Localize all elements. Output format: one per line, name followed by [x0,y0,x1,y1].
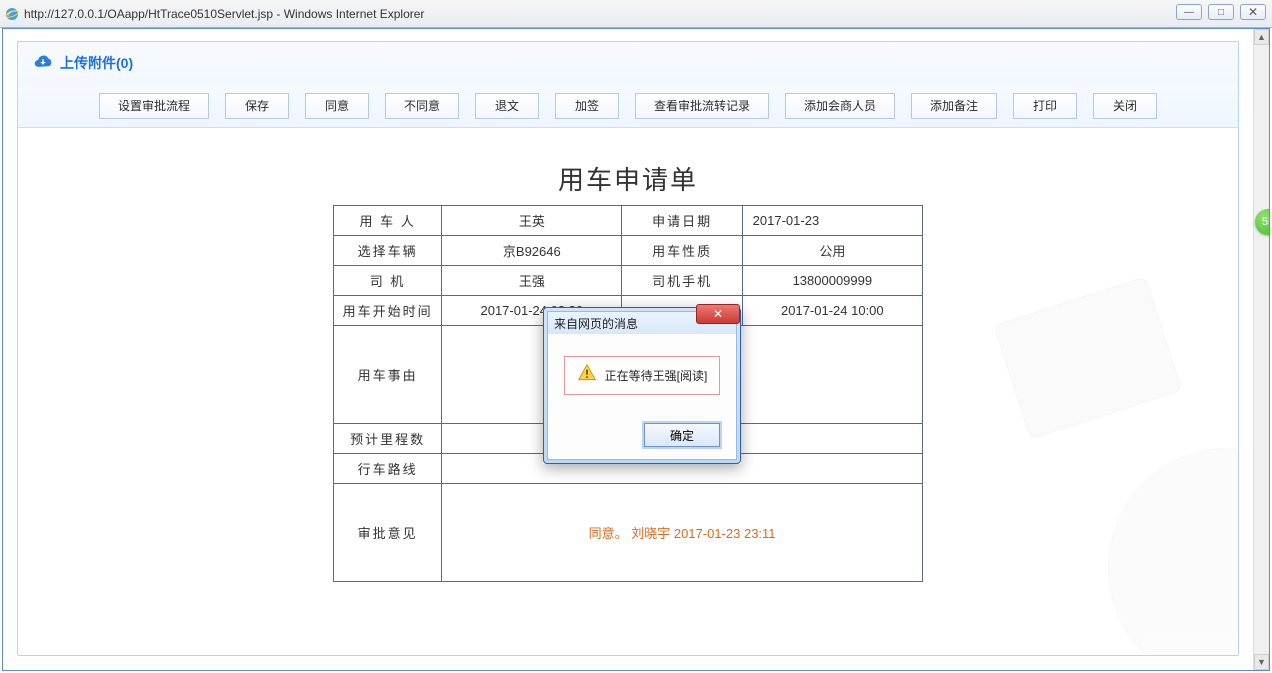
label-applicant: 用 车 人 [334,206,442,236]
window-controls: — □ ✕ [1176,4,1266,20]
toolbar: 设置审批流程 保存 同意 不同意 退文 加签 查看审批流转记录 添加会商人员 添… [18,84,1238,128]
dialog-message: 正在等待王强[阅读] [605,367,708,384]
warning-icon [577,363,597,388]
value-applicant: 王英 [442,206,622,236]
agree-button[interactable]: 同意 [305,93,369,119]
value-driver-phone: 13800009999 [742,266,922,296]
dialog-alert-row: 正在等待王强[阅读] [564,356,721,395]
browser-url-title: http://127.0.0.1/OAapp/HtTrace0510Servle… [24,7,424,21]
save-button[interactable]: 保存 [225,93,289,119]
label-nature: 用车性质 [622,236,742,266]
print-button[interactable]: 打印 [1013,93,1077,119]
label-driver-phone: 司机手机 [622,266,742,296]
table-row: 选择车辆 京B92646 用车性质 公用 [334,236,923,266]
table-row: 审批意见 同意。 刘晓宇 2017-01-23 23:11 [334,484,923,582]
dialog-ok-button[interactable]: 确定 [644,423,720,447]
value-driver: 王强 [442,266,622,296]
cloud-upload-icon [32,53,54,74]
label-apply-date: 申请日期 [622,206,742,236]
window-minimize-button[interactable]: — [1176,4,1202,20]
add-member-button[interactable]: 添加会商人员 [785,93,895,119]
value-vehicle: 京B92646 [442,236,622,266]
ie-icon [4,6,20,22]
dialog-close-button[interactable]: ✕ [696,304,740,324]
value-nature: 公用 [742,236,922,266]
close-button[interactable]: 关闭 [1093,93,1157,119]
approval-text: 同意。 刘晓宇 2017-01-23 23:11 [589,526,776,541]
view-flow-button[interactable]: 查看审批流转记录 [635,93,769,119]
label-vehicle: 选择车辆 [334,236,442,266]
browser-titlebar: http://127.0.0.1/OAapp/HtTrace0510Servle… [0,0,1272,28]
dialog-titlebar[interactable]: 来自网页的消息 ✕ [548,312,736,334]
window-close-button[interactable]: ✕ [1240,4,1266,20]
dialog-body: 正在等待王强[阅读] 确定 [548,334,736,459]
value-apply-date: 2017-01-23 [742,206,922,236]
message-dialog: 来自网页的消息 ✕ 正在等待王强[阅读] 确定 [543,307,741,464]
add-remark-button[interactable]: 添加备注 [911,93,997,119]
label-route: 行车路线 [334,454,442,484]
add-sign-button[interactable]: 加签 [555,93,619,119]
label-mileage: 预计里程数 [334,424,442,454]
value-end-time: 2017-01-24 10:00 [742,296,922,326]
label-start-time: 用车开始时间 [334,296,442,326]
disagree-button[interactable]: 不同意 [385,93,459,119]
upload-attachment-link[interactable]: 上传附件(0) [32,53,133,74]
label-driver: 司 机 [334,266,442,296]
upload-attachment-label: 上传附件(0) [60,53,133,73]
dialog-title-text: 来自网页的消息 [554,315,638,332]
table-row: 用 车 人 王英 申请日期 2017-01-23 [334,206,923,236]
label-reason: 用车事由 [334,326,442,424]
form-title: 用车申请单 [258,160,998,197]
value-approval: 同意。 刘晓宇 2017-01-23 23:11 [442,484,923,582]
scroll-down-arrow-icon[interactable]: ▼ [1254,654,1269,670]
scroll-up-arrow-icon[interactable]: ▲ [1254,29,1269,45]
close-icon: ✕ [713,307,723,321]
viewport: ▲ ▼ 55 上传附件(0) 设置审批流程 保存 同意 不同意 退文 加签 查看… [2,28,1270,671]
vertical-scrollbar[interactable]: ▲ ▼ [1253,29,1269,670]
window-maximize-button[interactable]: □ [1208,4,1234,20]
attachment-bar: 上传附件(0) [18,42,1238,84]
return-button[interactable]: 退文 [475,93,539,119]
label-approval: 审批意见 [334,484,442,582]
table-row: 司 机 王强 司机手机 13800009999 [334,266,923,296]
set-process-button[interactable]: 设置审批流程 [99,93,209,119]
